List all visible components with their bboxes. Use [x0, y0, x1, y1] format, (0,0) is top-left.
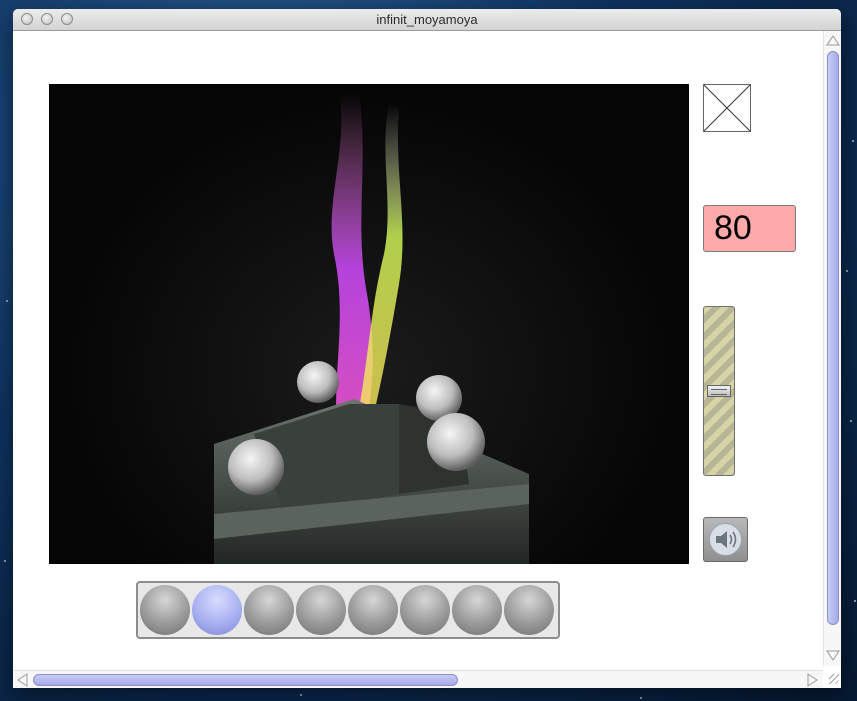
- cross-icon: [703, 84, 751, 132]
- scroll-down-arrow-icon[interactable]: [824, 648, 841, 664]
- title-bar[interactable]: infinit_moyamoya: [13, 9, 841, 31]
- scroll-left-arrow-icon[interactable]: [15, 671, 31, 688]
- timeline-slot[interactable]: [192, 585, 242, 635]
- volume-slider[interactable]: [703, 306, 735, 476]
- timeline-slot[interactable]: [244, 585, 294, 635]
- sound-button[interactable]: [703, 517, 748, 562]
- timeline-slot[interactable]: [504, 585, 554, 635]
- timeline-slot[interactable]: [296, 585, 346, 635]
- video-display[interactable]: [49, 84, 689, 564]
- slider-thumb[interactable]: [707, 385, 731, 397]
- vertical-scrollbar[interactable]: [823, 31, 841, 666]
- scroll-right-arrow-icon[interactable]: [805, 671, 821, 688]
- timeline-track: [136, 581, 560, 639]
- video-frame: [214, 94, 529, 564]
- timeline-slot[interactable]: [400, 585, 450, 635]
- vertical-scroll-thumb[interactable]: [827, 51, 839, 625]
- resize-grip-icon[interactable]: [829, 674, 839, 684]
- app-window: infinit_moyamoya 80: [13, 9, 841, 688]
- scroll-up-arrow-icon[interactable]: [824, 33, 841, 49]
- timeline-slot[interactable]: [348, 585, 398, 635]
- counter-field[interactable]: 80: [703, 205, 796, 252]
- close-box-button[interactable]: [703, 84, 751, 132]
- timeline-slot[interactable]: [140, 585, 190, 635]
- horizontal-scroll-thumb[interactable]: [33, 674, 458, 686]
- timeline-slot[interactable]: [452, 585, 502, 635]
- content-area: 80: [13, 31, 841, 688]
- speaker-icon: [709, 523, 742, 556]
- window-title: infinit_moyamoya: [376, 12, 478, 27]
- horizontal-scrollbar[interactable]: [13, 670, 823, 688]
